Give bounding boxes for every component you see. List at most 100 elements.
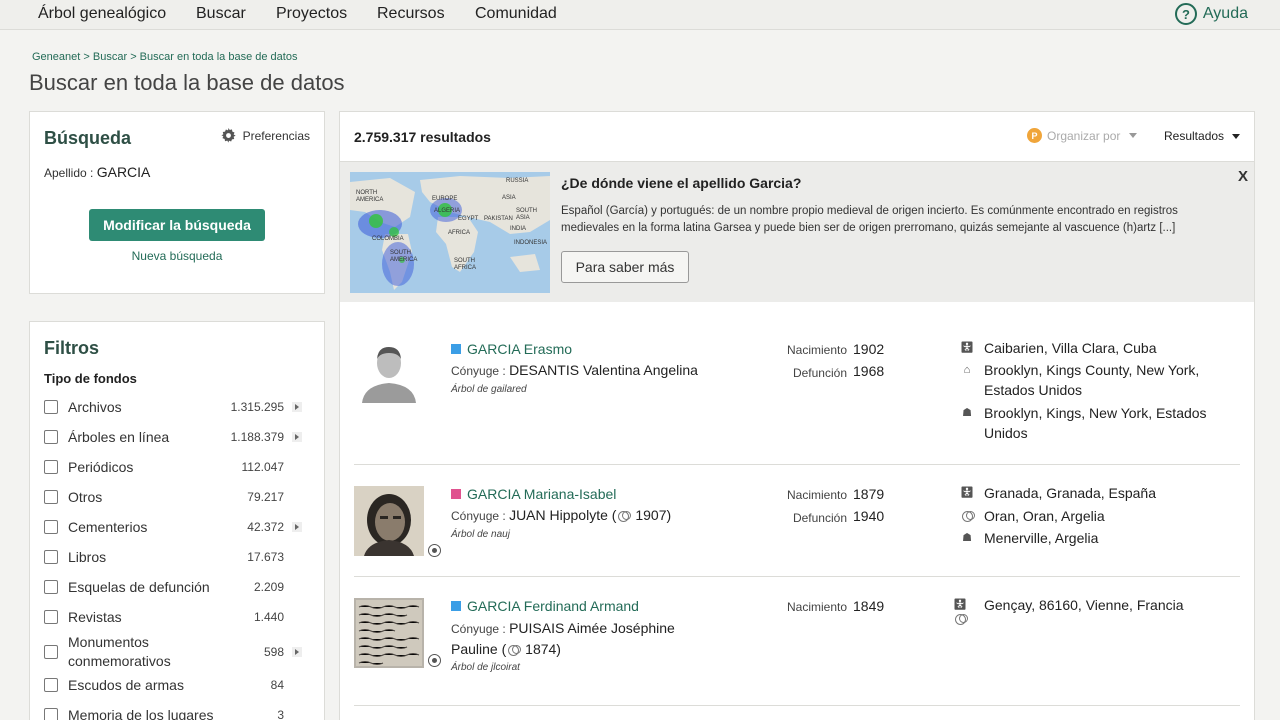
filter-count: 1.440 (253, 610, 284, 624)
breadcrumb-search-all[interactable]: Buscar en toda la base de datos (140, 51, 298, 63)
filter-places-memory[interactable]: Memoria de los lugares 3 (44, 704, 314, 720)
checkbox[interactable] (44, 400, 58, 414)
gear-icon (221, 128, 236, 143)
filter-online-trees[interactable]: Árboles en línea 1.188.379 (44, 426, 314, 448)
breadcrumb-separator: > (83, 51, 93, 63)
map-label: AFRICA (448, 230, 471, 236)
record-place: ☗ Menerville, Argelia (960, 528, 1210, 548)
place-text: Caibarien, Villa Clara, Cuba (984, 340, 1157, 356)
expand-arrow-icon[interactable] (292, 522, 302, 532)
fund-type-heading: Tipo de fondos (44, 371, 137, 386)
record-photo (354, 486, 424, 556)
checkbox[interactable] (44, 550, 58, 564)
result-record[interactable]: GARCIA Erasmo Cónyuge : DESANTIS Valenti… (354, 338, 1240, 443)
record-tree-link[interactable]: Árbol de nauj (451, 529, 510, 540)
organize-by-dropdown[interactable]: P Organizar por (1027, 128, 1138, 143)
breadcrumb-search[interactable]: Buscar (93, 51, 127, 63)
record-place: 🚼︎ Caibarien, Villa Clara, Cuba (960, 338, 1210, 358)
nav-item-projects[interactable]: Proyectos (276, 5, 347, 23)
female-indicator-icon (451, 489, 461, 499)
nav-item-community[interactable]: Comunidad (475, 5, 557, 23)
chevron-down-icon (1232, 133, 1241, 139)
results-count: 2.759.317 resultados (354, 129, 491, 145)
checkbox[interactable] (44, 645, 58, 659)
help-link[interactable]: ? Ayuda (1174, 3, 1248, 25)
birth-label: Nacimiento (787, 488, 848, 502)
record-place: Oran, Oran, Argelia (960, 506, 1210, 526)
filter-archives[interactable]: Archivos 1.315.295 (44, 396, 314, 418)
residence-icon: ⌂ (963, 364, 971, 376)
promo-text: Español (García) y portugués: de un nomb… (561, 205, 1178, 234)
filter-memorials[interactable]: Monumentos conmemorativos 598 (44, 632, 314, 672)
filter-books[interactable]: Libros 17.673 (44, 546, 314, 568)
expand-arrow-icon[interactable] (292, 432, 302, 442)
filter-newspapers[interactable]: Periódicos 112.047 (44, 456, 314, 478)
record-name-link[interactable]: GARCIA Mariana-Isabel (451, 486, 616, 502)
nav-item-family-tree[interactable]: Árbol genealógico (38, 5, 166, 23)
record-tree-link[interactable]: Árbol de jlcoirat (451, 662, 520, 673)
death-year: 1968 (853, 363, 885, 379)
filter-cemeteries[interactable]: Cementerios 42.372 (44, 516, 314, 538)
record-source-icon (428, 544, 441, 557)
filter-count: 1.188.379 (230, 430, 284, 444)
burial-icon: ☗ (962, 407, 972, 419)
checkbox[interactable] (44, 610, 58, 624)
filters-title: Filtros (44, 338, 100, 358)
filter-magazines[interactable]: Revistas 1.440 (44, 606, 314, 628)
learn-more-button[interactable]: Para saber más (561, 251, 689, 283)
record-tree-link[interactable]: Árbol de gailared (451, 384, 527, 395)
checkbox[interactable] (44, 678, 58, 692)
default-avatar (354, 341, 424, 411)
filter-obituaries[interactable]: Esquelas de defunción 2.209 (44, 576, 314, 598)
record-name-link[interactable]: GARCIA Ferdinand Armand (451, 598, 639, 614)
checkbox[interactable] (44, 580, 58, 594)
filter-label: Escudos de armas (68, 676, 184, 693)
record-divider (354, 464, 1240, 465)
breadcrumb-geneanet[interactable]: Geneanet (32, 51, 80, 63)
record-divider (354, 576, 1240, 577)
checkbox[interactable] (44, 430, 58, 444)
place-text: Menerville, Argelia (984, 530, 1099, 546)
question-icon: ? (1174, 3, 1197, 25)
expand-arrow-icon[interactable] (292, 402, 302, 412)
nav-item-resources[interactable]: Recursos (377, 5, 445, 23)
record-place: ☗ Brooklyn, Kings, New York, Estados Uni… (960, 403, 1210, 443)
birth-label: Nacimiento (787, 600, 848, 614)
birth-year: 1879 (853, 486, 885, 502)
breadcrumb: Geneanet > Buscar > Buscar en toda la ba… (32, 51, 297, 63)
spouse-label: Cónyuge (451, 509, 500, 523)
preferences-label: Preferencias (242, 128, 310, 143)
close-icon[interactable]: X (1238, 168, 1248, 185)
record-name-link[interactable]: GARCIA Erasmo (451, 341, 572, 357)
record-place: 🚼︎ Granada, Granada, España (960, 483, 1210, 503)
new-search-link[interactable]: Nueva búsqueda (30, 249, 324, 263)
filter-label: Monumentos conmemorativos (68, 634, 171, 669)
page-title: Buscar en toda la base de datos (29, 70, 345, 95)
filter-count: 2.209 (253, 580, 284, 594)
map-label: INDIA (510, 226, 527, 232)
checkbox[interactable] (44, 708, 58, 720)
filter-count: 79.217 (247, 490, 284, 504)
result-record[interactable]: GARCIA Mariana-Isabel Cónyuge : JUAN Hip… (354, 483, 1240, 566)
birth-icon: 🚼︎ (960, 342, 974, 354)
help-label: Ayuda (1202, 5, 1248, 22)
record-spouse: Cónyuge : JUAN Hippolyte ( 1907) (451, 507, 672, 523)
filter-label: Árboles en línea (68, 428, 170, 445)
filter-others[interactable]: Otros 79.217 (44, 486, 314, 508)
place-text: Gençay, 86160, Vienne, Francia (984, 597, 1184, 613)
checkbox[interactable] (44, 520, 58, 534)
sort-dropdown[interactable]: Resultados (1164, 129, 1241, 143)
checkbox[interactable] (44, 490, 58, 504)
place-text: Granada, Granada, España (984, 485, 1157, 501)
map-label: SOUTH ASIA (516, 208, 537, 221)
record-name: GARCIA Mariana-Isabel (467, 486, 617, 502)
nav-item-search[interactable]: Buscar (196, 5, 246, 23)
expand-arrow-icon[interactable] (292, 647, 302, 657)
spouse-name: DESANTIS Valentina Angelina (509, 362, 698, 378)
modify-search-button[interactable]: Modificar la búsqueda (89, 209, 265, 241)
checkbox[interactable] (44, 460, 58, 474)
result-record[interactable]: GARCIA Ferdinand Armand Cónyuge : PUISAI… (354, 597, 1240, 688)
filter-count: 17.673 (247, 550, 284, 564)
preferences-button[interactable]: Preferencias (221, 128, 310, 143)
filter-coats-of-arms[interactable]: Escudos de armas 84 (44, 674, 314, 696)
